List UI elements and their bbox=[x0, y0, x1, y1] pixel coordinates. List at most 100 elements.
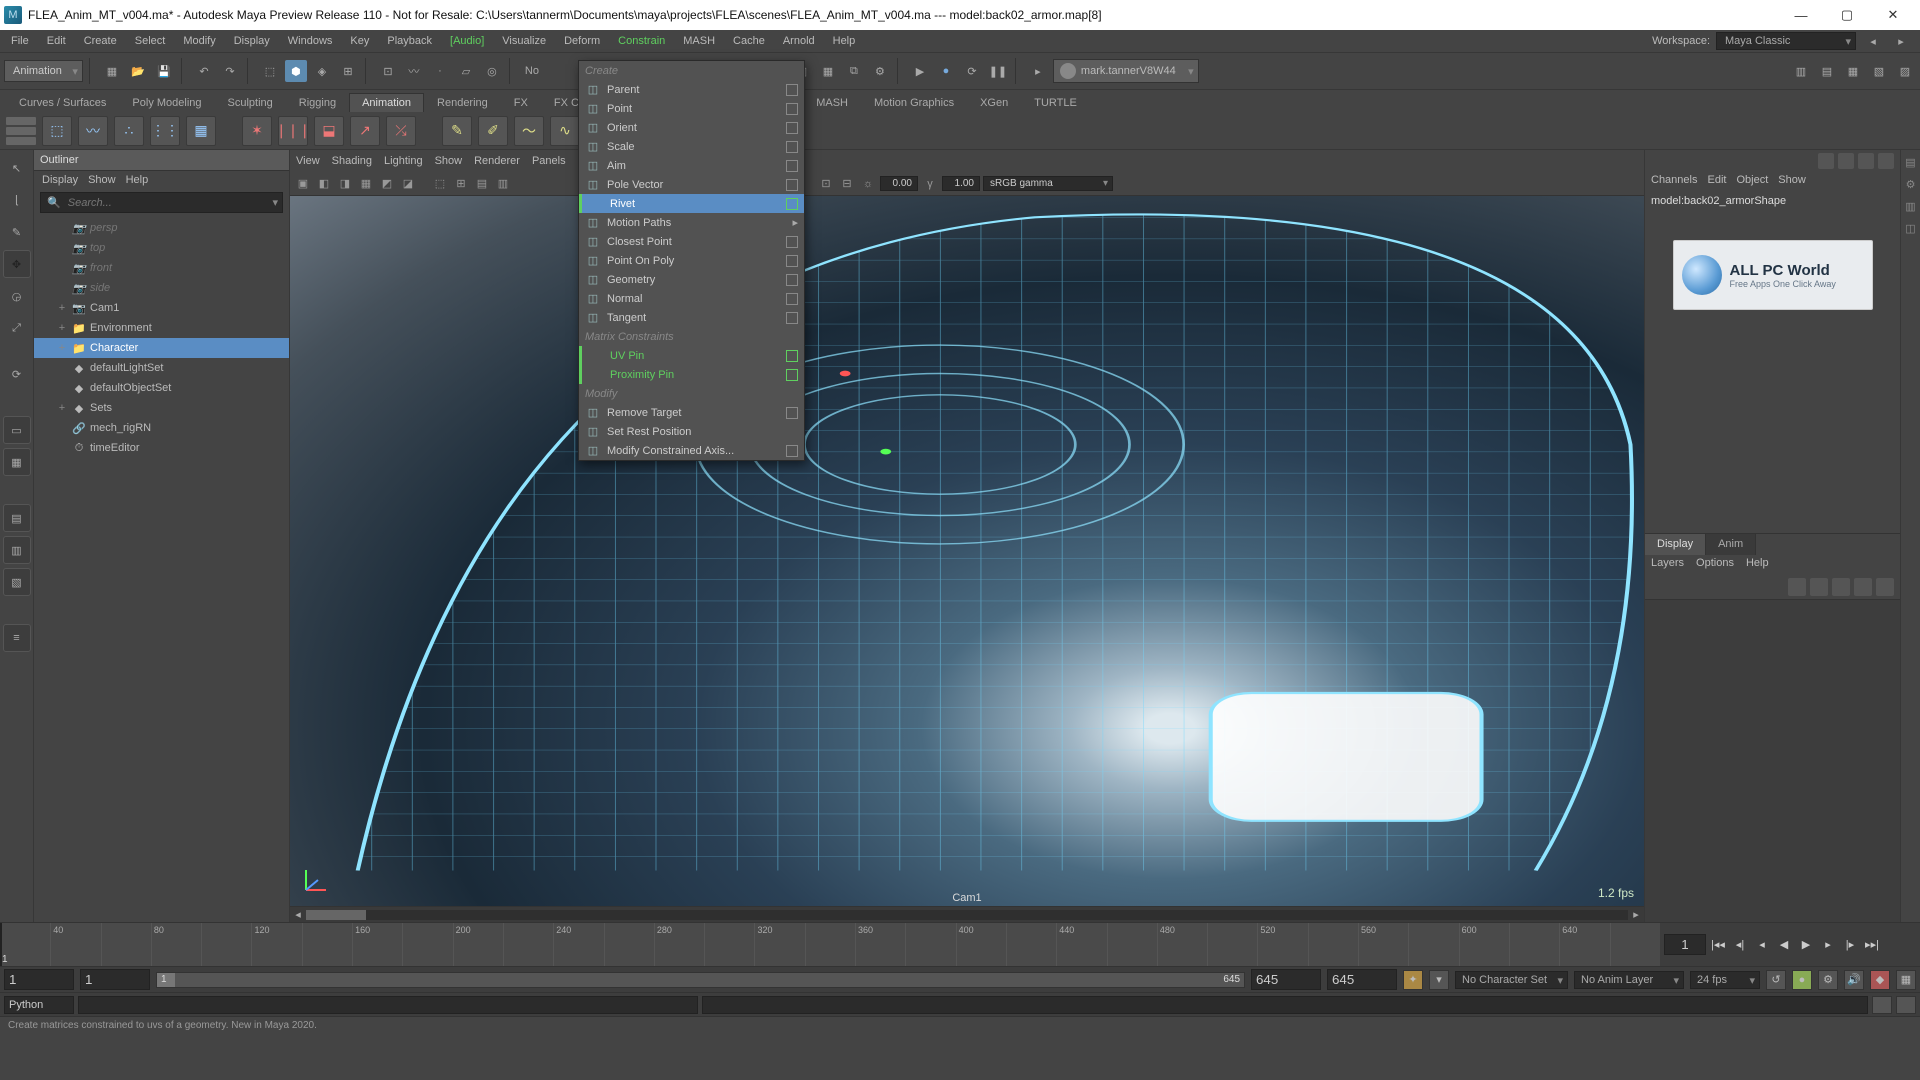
select-component-icon[interactable]: ⊞ bbox=[337, 60, 359, 82]
menu-item-motion-paths[interactable]: ◫Motion Paths bbox=[579, 213, 804, 232]
time-slider-track[interactable]: 4080120160200240280320360400440480520560… bbox=[0, 923, 1660, 966]
channelbox-selection[interactable]: model:back02_armorShape bbox=[1645, 192, 1900, 210]
menu-audio[interactable]: [Audio] bbox=[441, 32, 493, 50]
cb-icon[interactable] bbox=[1838, 153, 1854, 169]
shelf-tab-rendering[interactable]: Rendering bbox=[424, 93, 501, 112]
option-box-icon[interactable] bbox=[786, 445, 798, 457]
layer-icon[interactable] bbox=[1876, 578, 1894, 596]
menu-edit[interactable]: Edit bbox=[38, 32, 75, 50]
play-back-icon[interactable]: ◀ bbox=[1774, 935, 1794, 955]
option-box-icon[interactable] bbox=[786, 141, 798, 153]
menu-item-uv-pin[interactable]: UV Pin bbox=[579, 346, 804, 365]
viewport[interactable]: 1.2 fps Cam1 bbox=[290, 196, 1644, 906]
single-pane-icon[interactable]: ▭ bbox=[3, 416, 31, 444]
menu-deform[interactable]: Deform bbox=[555, 32, 609, 50]
menu-visualize[interactable]: Visualize bbox=[493, 32, 555, 50]
scroll-left-icon[interactable]: ◂ bbox=[290, 908, 306, 921]
outliner-item-defaultlightset[interactable]: ◆defaultLightSet bbox=[34, 358, 289, 378]
shelf-tab-curves-surfaces[interactable]: Curves / Surfaces bbox=[6, 93, 119, 112]
shelf-icon-2[interactable]: 〰 bbox=[78, 116, 108, 146]
viewport-menu-panels[interactable]: Panels bbox=[532, 155, 566, 167]
render-settings-icon[interactable]: ⚙ bbox=[869, 60, 891, 82]
shelf-icon-13[interactable]: 〜 bbox=[514, 116, 544, 146]
vp-icon[interactable]: ⊡ bbox=[817, 175, 835, 193]
play-forward-icon[interactable]: ▶ bbox=[1796, 935, 1816, 955]
sidebar-toggle-5-icon[interactable]: ▨ bbox=[1894, 60, 1916, 82]
vp-icon[interactable]: ▥ bbox=[494, 175, 512, 193]
move-tool-icon[interactable]: ✥ bbox=[3, 250, 31, 278]
select-hierarchy-icon[interactable]: ⬢ bbox=[285, 60, 307, 82]
option-box-icon[interactable] bbox=[786, 293, 798, 305]
tool-settings-icon[interactable]: ⚙ bbox=[1903, 176, 1919, 192]
shelf-icon-4[interactable]: ⋮⋮ bbox=[150, 116, 180, 146]
step-forward-key-icon[interactable]: |▸ bbox=[1840, 935, 1860, 955]
vp-icon[interactable]: ◧ bbox=[315, 175, 333, 193]
sound-icon[interactable]: 🔊 bbox=[1844, 970, 1864, 990]
option-box-icon[interactable] bbox=[786, 103, 798, 115]
gamma-icon[interactable]: γ bbox=[921, 175, 939, 193]
layer-menu-layers[interactable]: Layers bbox=[1651, 557, 1684, 573]
menu-item-pole-vector[interactable]: ◫Pole Vector bbox=[579, 175, 804, 194]
script-lang-combo[interactable]: Python bbox=[4, 996, 74, 1014]
outliner-item-defaultobjectset[interactable]: ◆defaultObjectSet bbox=[34, 378, 289, 398]
menu-item-aim[interactable]: ◫Aim bbox=[579, 156, 804, 175]
scroll-thumb[interactable] bbox=[306, 910, 366, 920]
workspace-next-icon[interactable]: ▸ bbox=[1890, 30, 1912, 52]
option-box-icon[interactable] bbox=[786, 198, 798, 210]
scroll-right-icon[interactable]: ▸ bbox=[1628, 908, 1644, 921]
expand-icon[interactable]: + bbox=[56, 402, 68, 414]
workspace-prev-icon[interactable]: ◂ bbox=[1862, 30, 1884, 52]
loop-icon[interactable]: ↺ bbox=[1766, 970, 1786, 990]
character-set-combo[interactable]: No Character Set bbox=[1455, 971, 1568, 989]
menu-item-scale[interactable]: ◫Scale bbox=[579, 137, 804, 156]
open-scene-icon[interactable]: 📂 bbox=[127, 60, 149, 82]
menu-item-closest-point[interactable]: ◫Closest Point bbox=[579, 232, 804, 251]
outliner-item-character[interactable]: +📁Character bbox=[34, 338, 289, 358]
shelf-tab-animation[interactable]: Animation bbox=[349, 93, 424, 112]
viewport-menu-renderer[interactable]: Renderer bbox=[474, 155, 520, 167]
option-box-icon[interactable] bbox=[786, 236, 798, 248]
snap-grid-icon[interactable]: ⊡ bbox=[377, 60, 399, 82]
option-box-icon[interactable] bbox=[786, 312, 798, 324]
step-forward-icon[interactable]: ▸ bbox=[1818, 935, 1838, 955]
menu-item-modify-constrained-axis-[interactable]: ◫Modify Constrained Axis... bbox=[579, 441, 804, 460]
sidebar-toggle-1-icon[interactable]: ▥ bbox=[1790, 60, 1812, 82]
menu-item-remove-target[interactable]: ◫Remove Target bbox=[579, 403, 804, 422]
shelf-icon-14[interactable]: ∿ bbox=[550, 116, 580, 146]
shelf-tab-poly-modeling[interactable]: Poly Modeling bbox=[119, 93, 214, 112]
option-box-icon[interactable] bbox=[786, 179, 798, 191]
outliner-item-front[interactable]: 📷front bbox=[34, 258, 289, 278]
shelf-icon-5[interactable]: ▦ bbox=[186, 116, 216, 146]
prefs-icon[interactable]: ⚙ bbox=[1818, 970, 1838, 990]
vp-icon[interactable]: ⬚ bbox=[431, 175, 449, 193]
close-button[interactable]: ✕ bbox=[1870, 0, 1916, 30]
outliner-item-sets[interactable]: +◆Sets bbox=[34, 398, 289, 418]
layer-icon[interactable] bbox=[1832, 578, 1850, 596]
outliner-menu-help[interactable]: Help bbox=[126, 174, 149, 186]
menu-arnold[interactable]: Arnold bbox=[774, 32, 824, 50]
time-slider[interactable]: 4080120160200240280320360400440480520560… bbox=[0, 922, 1920, 966]
range-prefs-icon[interactable]: ▦ bbox=[1896, 970, 1916, 990]
sidebar-toggle-3-icon[interactable]: ▦ bbox=[1842, 60, 1864, 82]
outliner-item-environment[interactable]: +📁Environment bbox=[34, 318, 289, 338]
outliner-menu-display[interactable]: Display bbox=[42, 174, 78, 186]
minimize-button[interactable]: — bbox=[1778, 0, 1824, 30]
channelbox-menu-object[interactable]: Object bbox=[1736, 174, 1768, 190]
undo-icon[interactable]: ↶ bbox=[193, 60, 215, 82]
layer-icon[interactable] bbox=[1854, 578, 1872, 596]
shelf-icon-8[interactable]: ⬓ bbox=[314, 116, 344, 146]
layer-menu-options[interactable]: Options bbox=[1696, 557, 1734, 573]
vp-icon[interactable]: ⊟ bbox=[838, 175, 856, 193]
select-object-icon[interactable]: ◈ bbox=[311, 60, 333, 82]
shelf-icon-1[interactable]: ⬚ bbox=[42, 116, 72, 146]
snap-live-icon[interactable]: ◎ bbox=[481, 60, 503, 82]
menu-help[interactable]: Help bbox=[824, 32, 865, 50]
shelf-tab-fx[interactable]: FX bbox=[501, 93, 541, 112]
outliner-item-timeeditor[interactable]: ⏱timeEditor bbox=[34, 438, 289, 458]
shelf-tab-motion-graphics[interactable]: Motion Graphics bbox=[861, 93, 967, 112]
select-tool-icon[interactable]: ↖ bbox=[3, 154, 31, 182]
expand-icon[interactable]: + bbox=[56, 322, 68, 334]
cb-icon[interactable] bbox=[1818, 153, 1834, 169]
new-scene-icon[interactable]: ▦ bbox=[101, 60, 123, 82]
maximize-button[interactable]: ▢ bbox=[1824, 0, 1870, 30]
